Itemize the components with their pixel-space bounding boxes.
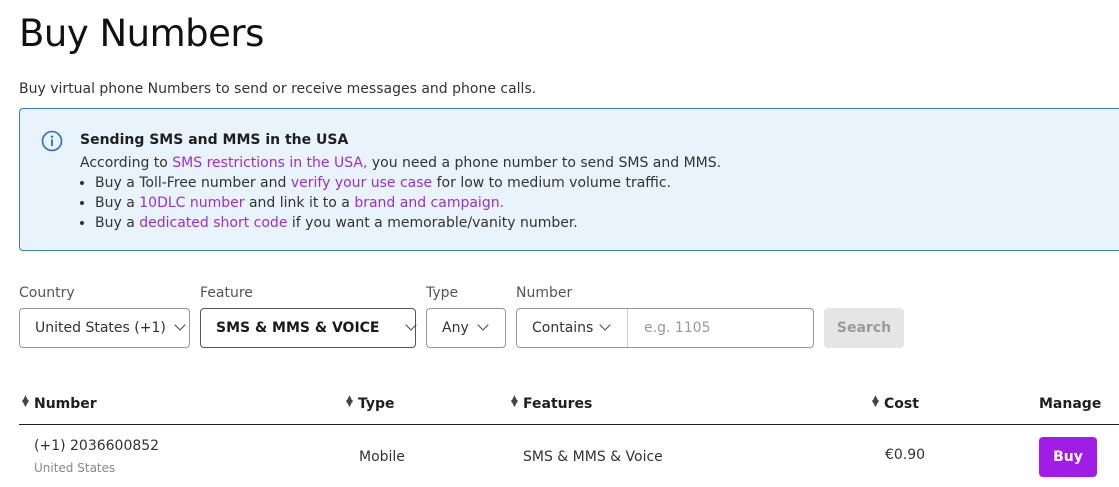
type-select-value: Any [442,320,469,336]
brand-and-campaign-link[interactable]: brand and campaign. [354,195,504,211]
chevron-down-icon [477,319,489,331]
column-header-label: Cost [884,396,919,412]
banner-title: Sending SMS and MMS in the USA [80,132,349,148]
country-select-value: United States (+1) [35,320,166,336]
page-title: Buy Numbers [19,12,264,55]
bullet-text: Buy a Toll-Free number and [95,175,291,191]
column-header-label: Number [34,396,97,412]
chevron-down-icon [599,319,612,331]
type-label: Type [426,285,459,301]
number-search-input[interactable]: e.g. 1105 [628,320,710,336]
country-select[interactable]: United States (+1) [19,308,190,348]
sort-icon: ▲ ▼ [511,394,518,409]
sms-info-banner: Sending SMS and MMS in the USA According… [19,108,1119,251]
page-subtitle: Buy virtual phone Numbers to send or rec… [19,81,537,97]
sort-icon: ▲ ▼ [22,394,29,409]
bullet-text: and link it to a [244,195,355,211]
bullet-text: Buy a [95,195,140,211]
number-filter[interactable]: Contains e.g. 1105 [516,308,814,348]
country-label: Country [19,285,75,301]
bullet-text: if you want a memorable/vanity number. [287,215,578,231]
bullet-text: Buy a [95,215,140,231]
dedicated-short-code-link[interactable]: dedicated short code [139,215,287,231]
chevron-down-icon [174,319,186,331]
column-header-type[interactable]: ▲ ▼ Type [346,394,395,413]
buy-button[interactable]: Buy [1039,437,1097,477]
column-header-number[interactable]: ▲ ▼ Number [22,394,97,413]
column-header-manage: Manage [1039,396,1102,412]
phone-number: (+1) 2036600852 [34,438,160,454]
number-country: United States [34,461,116,475]
number-match-value: Contains [532,320,594,336]
sms-restrictions-link[interactable]: SMS restrictions in the USA, [172,155,367,171]
column-header-cost[interactable]: ▲ ▼ Cost [872,394,919,413]
number-type: Mobile [359,449,405,465]
number-features: SMS & MMS & Voice [523,449,663,465]
feature-label: Feature [200,285,253,301]
banner-bullet: Buy a 10DLC number and link it to a bran… [95,193,721,213]
banner-bullet-list: Buy a Toll-Free number and verify your u… [80,173,721,233]
number-cost: €0.90 [885,447,926,463]
banner-intro-suffix: you need a phone number to send SMS and … [367,155,722,171]
verify-use-case-link[interactable]: verify your use case [291,175,432,191]
banner-intro: According to SMS restrictions in the USA… [80,153,721,173]
sort-icon: ▲ ▼ [346,394,353,409]
sort-icon: ▲ ▼ [872,394,879,409]
info-icon [41,130,63,152]
column-header-label: Type [358,396,395,412]
10dlc-number-link[interactable]: 10DLC number [139,195,244,211]
banner-bullet: Buy a Toll-Free number and verify your u… [95,173,721,193]
table-header-divider [19,424,1119,425]
number-match-select[interactable]: Contains [532,309,628,347]
number-label: Number [516,285,573,301]
chevron-down-icon [404,319,417,331]
column-header-label: Features [523,396,593,412]
type-select[interactable]: Any [426,308,506,348]
banner-bullet: Buy a dedicated short code if you want a… [95,213,721,233]
feature-select[interactable]: SMS & MMS & VOICE [200,308,417,348]
feature-select-value: SMS & MMS & VOICE [216,320,380,336]
bullet-text: for low to medium volume traffic. [432,175,671,191]
search-button[interactable]: Search [824,308,904,348]
banner-intro-prefix: According to [80,155,173,171]
column-header-features[interactable]: ▲ ▼ Features [511,394,593,413]
